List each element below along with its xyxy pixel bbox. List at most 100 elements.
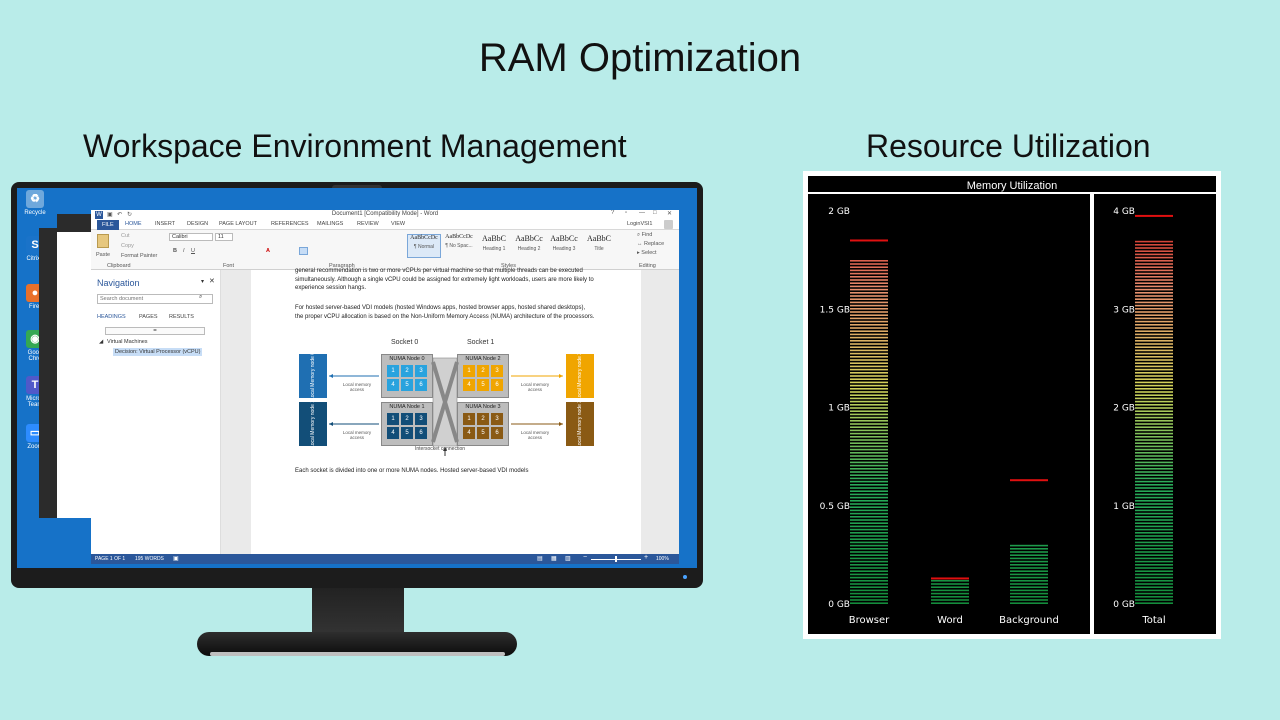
bar-segment <box>931 586 969 588</box>
bar-segment <box>1135 324 1173 326</box>
bar-segment <box>850 500 888 502</box>
bar-segment <box>1135 423 1173 425</box>
bar-segment <box>850 436 888 438</box>
peak-marker <box>1010 479 1048 482</box>
bar-segment <box>1135 484 1173 486</box>
bar-segment <box>1135 445 1173 448</box>
bar-segment <box>1135 452 1173 454</box>
bar-segment <box>850 397 888 400</box>
bar-segment <box>850 400 888 403</box>
bar-segment <box>1135 308 1173 310</box>
bar-segment <box>850 372 888 374</box>
bar-segment <box>850 432 888 435</box>
bar-segment <box>1135 564 1173 566</box>
bar-segment <box>850 548 888 550</box>
bar-segment <box>1135 410 1173 412</box>
bar-segment <box>850 551 888 553</box>
bar-segment <box>850 359 888 361</box>
bar-segment <box>1135 266 1173 268</box>
bar-segment <box>1135 429 1173 432</box>
bar-segment <box>850 573 888 576</box>
bar-segment <box>850 340 888 342</box>
bar-segment <box>1135 570 1173 572</box>
y-tick-label: 4 GB <box>1113 207 1135 217</box>
bar-segment <box>1135 272 1173 275</box>
bar-segment <box>850 314 888 316</box>
bar-segment <box>850 308 888 310</box>
bar-segment <box>850 484 888 486</box>
bar-segment <box>1135 493 1173 496</box>
bar-segment <box>850 464 888 467</box>
bar-segment <box>850 343 888 345</box>
bar-segment <box>1010 586 1048 588</box>
bar-segment <box>850 416 888 419</box>
bar-segment <box>1135 375 1173 377</box>
bar-segment <box>850 474 888 476</box>
bar-segment <box>850 580 888 582</box>
bar-segment <box>850 272 888 275</box>
bar-segment <box>850 375 888 377</box>
bar-segment <box>1135 512 1173 515</box>
bar-segment <box>1135 368 1173 371</box>
bar-segment <box>850 439 888 441</box>
bar-segment <box>1135 244 1173 246</box>
bar-segment <box>850 560 888 563</box>
bar-segment <box>850 282 888 284</box>
bar-segment <box>1135 455 1173 457</box>
bar-segment <box>850 503 888 505</box>
bar-segment <box>1010 557 1048 560</box>
bar-total <box>1135 240 1173 604</box>
bar-segment <box>850 304 888 307</box>
category-label: Word <box>937 615 963 626</box>
bar-segment <box>850 522 888 524</box>
y-tick-label: 0 GB <box>828 600 850 610</box>
bar-segment <box>1135 416 1173 419</box>
bar-segment <box>1135 535 1173 537</box>
bar-segment <box>1135 263 1173 265</box>
bar-segment <box>1135 548 1173 550</box>
peak-marker <box>850 239 888 242</box>
bar-segment <box>1135 282 1173 284</box>
bar-segment <box>1135 336 1173 339</box>
bar-segment <box>850 448 888 451</box>
bar-segment <box>850 301 888 304</box>
bar-segment <box>1135 285 1173 288</box>
bar-segment <box>1135 474 1173 476</box>
bar-segment <box>1135 413 1173 416</box>
bar-segment <box>1135 560 1173 563</box>
bar-segment <box>850 535 888 537</box>
bar-segment <box>850 586 888 588</box>
bar-segment <box>1135 436 1173 438</box>
bar-segment <box>1010 596 1048 598</box>
bar-segment <box>850 426 888 428</box>
bar-segment <box>1135 583 1173 585</box>
bar-segment <box>1135 586 1173 588</box>
bar-segment <box>850 452 888 454</box>
bar-segment <box>1135 292 1173 294</box>
bar-segment <box>1010 576 1048 579</box>
bar-segment <box>931 589 969 592</box>
bar-segment <box>850 509 888 512</box>
y-tick-label: 2 GB <box>828 207 850 217</box>
bar-segment <box>850 292 888 294</box>
bar-segment <box>1010 592 1048 595</box>
bar-segment <box>850 407 888 409</box>
bar-segment <box>1135 359 1173 361</box>
bar-segment <box>850 410 888 412</box>
bar-segment <box>931 602 969 604</box>
bar-segment <box>850 583 888 585</box>
y-tick-label: 0.5 GB <box>820 502 850 512</box>
bar-segment <box>1135 346 1173 348</box>
bar-segment <box>850 541 888 544</box>
bar-segment <box>850 311 888 313</box>
bar-segment <box>1135 541 1173 544</box>
bar-segment <box>931 583 969 585</box>
bar-segment <box>850 362 888 364</box>
bar-segment <box>850 493 888 496</box>
bar-segment <box>1135 525 1173 528</box>
bar-segment <box>1010 551 1048 553</box>
bar-segment <box>850 404 888 406</box>
bar-word <box>931 580 969 604</box>
bar-segment <box>850 516 888 518</box>
bar-segment <box>1135 580 1173 582</box>
